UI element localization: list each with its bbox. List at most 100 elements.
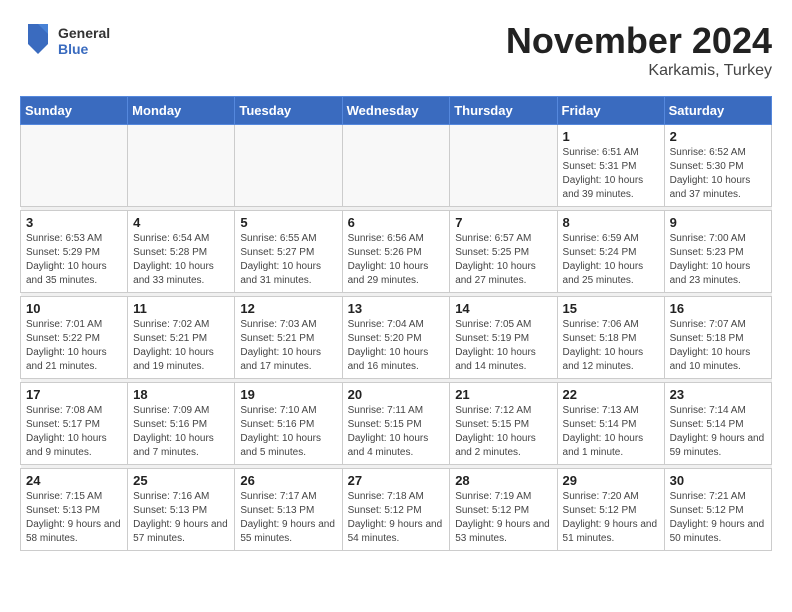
calendar-cell: 22 Sunrise: 7:13 AM Sunset: 5:14 PM Dayli… [557,383,664,465]
week-row-5: 24 Sunrise: 7:15 AM Sunset: 5:13 PM Dayli… [21,469,772,551]
weekday-header-wednesday: Wednesday [342,97,450,125]
day-number: 22 [563,387,659,402]
day-info: Sunrise: 7:03 AM Sunset: 5:21 PM Dayligh… [240,318,336,374]
day-number: 25 [133,473,229,488]
day-info: Sunrise: 7:18 AM Sunset: 5:12 PM Dayligh… [348,490,445,546]
day-info: Sunrise: 7:16 AM Sunset: 5:13 PM Dayligh… [133,490,229,546]
page-title: November 2024 [506,20,772,62]
day-info: Sunrise: 7:21 AM Sunset: 5:12 PM Dayligh… [670,490,766,546]
calendar-cell [235,125,342,207]
day-number: 7 [455,215,551,230]
day-info: Sunrise: 7:02 AM Sunset: 5:21 PM Dayligh… [133,318,229,374]
calendar-cell: 1 Sunrise: 6:51 AM Sunset: 5:31 PM Daylig… [557,125,664,207]
calendar-cell: 11 Sunrise: 7:02 AM Sunset: 5:21 PM Dayli… [128,297,235,379]
day-number: 3 [26,215,122,230]
day-info: Sunrise: 7:10 AM Sunset: 5:16 PM Dayligh… [240,404,336,460]
day-info: Sunrise: 6:59 AM Sunset: 5:24 PM Dayligh… [563,232,659,288]
calendar-cell: 10 Sunrise: 7:01 AM Sunset: 5:22 PM Dayli… [21,297,128,379]
page-header: General Blue November 2024 Karkamis, Tur… [20,20,772,80]
day-info: Sunrise: 7:01 AM Sunset: 5:22 PM Dayligh… [26,318,122,374]
weekday-header-friday: Friday [557,97,664,125]
logo: General Blue [20,20,140,64]
calendar-cell: 26 Sunrise: 7:17 AM Sunset: 5:13 PM Dayli… [235,469,342,551]
calendar-cell: 6Sunrise: 6:56 AM Sunset: 5:26 PM Daylig… [342,211,450,293]
day-info: Sunrise: 7:08 AM Sunset: 5:17 PM Dayligh… [26,404,122,460]
page-subtitle: Karkamis, Turkey [506,62,772,80]
day-number: 11 [133,301,229,316]
day-number: 6 [348,215,445,230]
calendar-cell: 21 Sunrise: 7:12 AM Sunset: 5:15 PM Dayli… [450,383,557,465]
calendar-cell: 20Sunrise: 7:11 AM Sunset: 5:15 PM Dayli… [342,383,450,465]
day-number: 24 [26,473,122,488]
calendar-cell: 3 Sunrise: 6:53 AM Sunset: 5:29 PM Daylig… [21,211,128,293]
calendar-cell [21,125,128,207]
calendar-cell: 16 Sunrise: 7:07 AM Sunset: 5:18 PM Dayli… [664,297,771,379]
day-number: 14 [455,301,551,316]
calendar-cell: 19Sunrise: 7:10 AM Sunset: 5:16 PM Dayli… [235,383,342,465]
week-row-4: 17 Sunrise: 7:08 AM Sunset: 5:17 PM Dayli… [21,383,772,465]
calendar-cell: 9 Sunrise: 7:00 AM Sunset: 5:23 PM Daylig… [664,211,771,293]
day-info: Sunrise: 7:04 AM Sunset: 5:20 PM Dayligh… [348,318,445,374]
calendar-cell: 13 Sunrise: 7:04 AM Sunset: 5:20 PM Dayli… [342,297,450,379]
day-info: Sunrise: 6:53 AM Sunset: 5:29 PM Dayligh… [26,232,122,288]
day-info: Sunrise: 7:11 AM Sunset: 5:15 PM Dayligh… [348,404,445,460]
calendar-cell: 7 Sunrise: 6:57 AM Sunset: 5:25 PM Daylig… [450,211,557,293]
calendar-cell: 28Sunrise: 7:19 AM Sunset: 5:12 PM Dayli… [450,469,557,551]
day-info: Sunrise: 7:12 AM Sunset: 5:15 PM Dayligh… [455,404,551,460]
day-info: Sunrise: 7:17 AM Sunset: 5:13 PM Dayligh… [240,490,336,546]
calendar-cell [128,125,235,207]
svg-text:Blue: Blue [58,41,89,57]
calendar-cell: 25 Sunrise: 7:16 AM Sunset: 5:13 PM Dayli… [128,469,235,551]
day-number: 13 [348,301,445,316]
weekday-header-saturday: Saturday [664,97,771,125]
day-info: Sunrise: 6:57 AM Sunset: 5:25 PM Dayligh… [455,232,551,288]
day-info: Sunrise: 7:07 AM Sunset: 5:18 PM Dayligh… [670,318,766,374]
calendar-cell: 29Sunrise: 7:20 AM Sunset: 5:12 PM Dayli… [557,469,664,551]
svg-text:General: General [58,25,110,41]
day-number: 17 [26,387,122,402]
day-number: 27 [348,473,445,488]
calendar-cell [342,125,450,207]
day-number: 10 [26,301,122,316]
day-number: 4 [133,215,229,230]
day-info: Sunrise: 7:06 AM Sunset: 5:18 PM Dayligh… [563,318,659,374]
calendar-cell: 27 Sunrise: 7:18 AM Sunset: 5:12 PM Dayli… [342,469,450,551]
day-number: 29 [563,473,659,488]
calendar-cell [450,125,557,207]
weekday-header-row: SundayMondayTuesdayWednesdayThursdayFrid… [21,97,772,125]
day-number: 21 [455,387,551,402]
calendar-cell: 17 Sunrise: 7:08 AM Sunset: 5:17 PM Dayli… [21,383,128,465]
day-info: Sunrise: 7:05 AM Sunset: 5:19 PM Dayligh… [455,318,551,374]
day-number: 8 [563,215,659,230]
day-number: 2 [670,129,766,144]
weekday-header-monday: Monday [128,97,235,125]
day-info: Sunrise: 7:14 AM Sunset: 5:14 PM Dayligh… [670,404,766,460]
day-info: Sunrise: 6:55 AM Sunset: 5:27 PM Dayligh… [240,232,336,288]
day-info: Sunrise: 7:19 AM Sunset: 5:12 PM Dayligh… [455,490,551,546]
title-block: November 2024 Karkamis, Turkey [506,20,772,80]
day-number: 9 [670,215,766,230]
day-number: 30 [670,473,766,488]
day-number: 1 [563,129,659,144]
calendar-cell: 2Sunrise: 6:52 AM Sunset: 5:30 PM Daylig… [664,125,771,207]
calendar-cell: 4Sunrise: 6:54 AM Sunset: 5:28 PM Daylig… [128,211,235,293]
day-info: Sunrise: 7:09 AM Sunset: 5:16 PM Dayligh… [133,404,229,460]
day-number: 23 [670,387,766,402]
day-info: Sunrise: 7:15 AM Sunset: 5:13 PM Dayligh… [26,490,122,546]
week-row-1: 1 Sunrise: 6:51 AM Sunset: 5:31 PM Daylig… [21,125,772,207]
week-row-2: 3 Sunrise: 6:53 AM Sunset: 5:29 PM Daylig… [21,211,772,293]
day-number: 16 [670,301,766,316]
day-info: Sunrise: 6:51 AM Sunset: 5:31 PM Dayligh… [563,146,659,202]
calendar-cell: 23 Sunrise: 7:14 AM Sunset: 5:14 PM Dayli… [664,383,771,465]
weekday-header-thursday: Thursday [450,97,557,125]
calendar-cell: 30 Sunrise: 7:21 AM Sunset: 5:12 PM Dayli… [664,469,771,551]
calendar-cell: 12 Sunrise: 7:03 AM Sunset: 5:21 PM Dayli… [235,297,342,379]
day-info: Sunrise: 7:00 AM Sunset: 5:23 PM Dayligh… [670,232,766,288]
day-number: 12 [240,301,336,316]
calendar-cell: 15Sunrise: 7:06 AM Sunset: 5:18 PM Dayli… [557,297,664,379]
day-number: 26 [240,473,336,488]
weekday-header-sunday: Sunday [21,97,128,125]
day-number: 5 [240,215,336,230]
day-info: Sunrise: 7:13 AM Sunset: 5:14 PM Dayligh… [563,404,659,460]
calendar-cell: 18Sunrise: 7:09 AM Sunset: 5:16 PM Dayli… [128,383,235,465]
